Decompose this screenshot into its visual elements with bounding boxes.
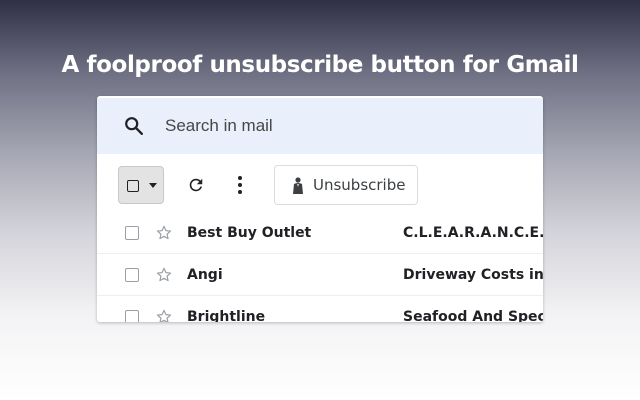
chevron-down-icon[interactable] (149, 183, 157, 188)
gmail-panel: Unsubscribe Best Buy Outlet C.L.E.A.R.A.… (97, 96, 543, 322)
email-subject: Driveway Costs in W (403, 267, 543, 283)
star-icon[interactable] (155, 224, 173, 242)
search-icon[interactable] (123, 115, 145, 137)
search-input[interactable] (165, 114, 505, 138)
row-checkbox[interactable] (125, 268, 139, 282)
unsubscribe-button[interactable]: Unsubscribe (274, 165, 418, 205)
email-row[interactable]: Brightline Seafood And Speci (97, 296, 543, 322)
person-icon (293, 177, 303, 194)
row-checkbox[interactable] (125, 226, 139, 240)
star-icon[interactable] (155, 266, 173, 284)
email-row[interactable]: Angi Driveway Costs in W (97, 254, 543, 296)
toolbar: Unsubscribe (97, 162, 543, 206)
star-icon[interactable] (155, 308, 173, 322)
email-sender: Angi (187, 267, 223, 283)
unsubscribe-label: Unsubscribe (313, 176, 406, 194)
email-row[interactable]: Best Buy Outlet C.L.E.A.R.A.N.C.E. C (97, 212, 543, 254)
email-subject: C.L.E.A.R.A.N.C.E. C (403, 225, 543, 241)
more-vertical-icon[interactable] (228, 172, 252, 198)
email-subject: Seafood And Speci (403, 309, 543, 322)
headline: A foolproof unsubscribe button for Gmail (61, 52, 579, 78)
refresh-icon[interactable] (183, 172, 209, 198)
email-sender: Brightline (187, 309, 266, 322)
row-checkbox[interactable] (125, 310, 139, 322)
checkbox-icon[interactable] (127, 180, 139, 192)
select-all-dropdown[interactable] (118, 166, 164, 204)
email-sender: Best Buy Outlet (187, 225, 312, 241)
search-bar[interactable] (97, 98, 543, 154)
